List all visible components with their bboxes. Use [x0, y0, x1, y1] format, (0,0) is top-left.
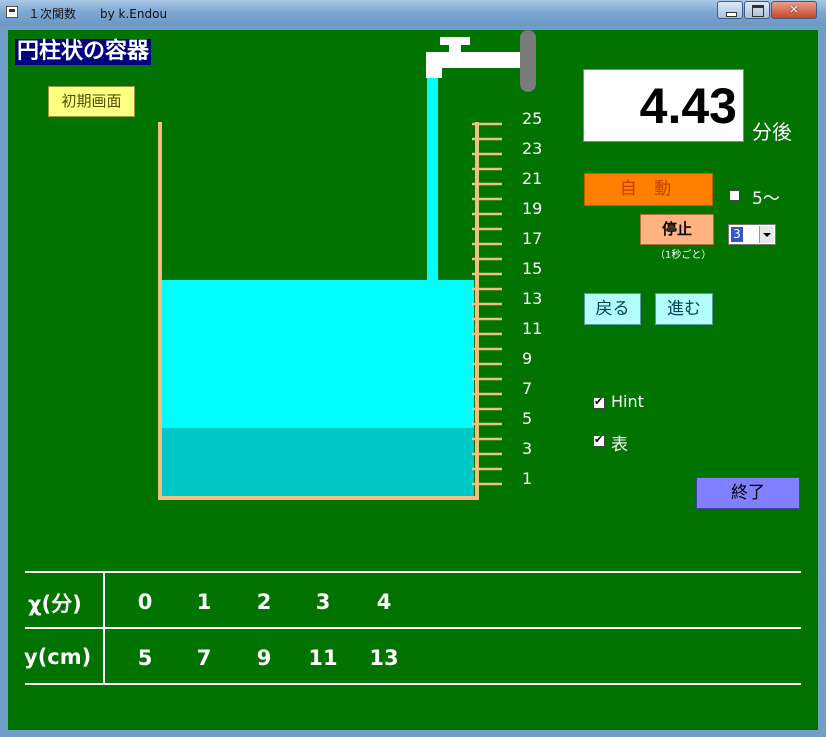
- scale-label: 13: [522, 289, 542, 308]
- pipe-fitting: [520, 30, 536, 92]
- scale-label: 7: [522, 379, 532, 398]
- stop-interval-note: （1秒ごと）: [655, 250, 712, 261]
- table-y-cell: 11: [308, 646, 338, 670]
- close-button[interactable]: ✕: [771, 1, 817, 19]
- five-checkbox[interactable]: [729, 190, 740, 201]
- table-y-header: y(cm): [24, 645, 92, 669]
- app-canvas: 円柱状の容器 初期画面 25 23 21 19 17 15 13 11 9 7 5 3 1: [8, 30, 818, 730]
- forward-button[interactable]: 進む: [655, 293, 713, 325]
- water-added: [162, 280, 474, 428]
- table-x-cell: 3: [315, 590, 331, 614]
- close-icon: ✕: [789, 3, 799, 16]
- back-button[interactable]: 戻る: [584, 293, 641, 325]
- scale-label: 9: [522, 349, 532, 368]
- table-y-cell: 5: [137, 646, 153, 670]
- table-x-cell: 1: [196, 590, 212, 614]
- five-checkbox-label: 5～: [752, 189, 780, 209]
- scale-label: 25: [522, 109, 542, 128]
- scale-label: 5: [522, 409, 532, 428]
- table-x-header: χ(分): [28, 592, 82, 616]
- scale-label: 1: [522, 469, 532, 488]
- scale-label: 23: [522, 139, 542, 158]
- title-bar[interactable]: １次関数 by k.Endou ✕: [0, 0, 826, 26]
- table-checkbox[interactable]: [593, 433, 605, 447]
- table-y-cell: 9: [256, 646, 272, 670]
- water-initial: [162, 428, 474, 496]
- minimize-button[interactable]: [717, 1, 743, 19]
- scale-label: 19: [522, 199, 542, 218]
- table-y-cell: 7: [196, 646, 212, 670]
- auto-button[interactable]: 自 動: [584, 173, 713, 206]
- scale-labels: 25 23 21 19 17 15 13 11 9 7 5 3 1: [522, 109, 542, 488]
- maximize-button[interactable]: [744, 1, 770, 19]
- time-unit-label: 分後: [752, 120, 792, 144]
- exit-button[interactable]: 終了: [696, 477, 800, 509]
- scale-label: 11: [522, 319, 542, 338]
- scale-label: 21: [522, 169, 542, 188]
- table-y-cell: 13: [369, 646, 399, 670]
- stop-button[interactable]: 停止: [640, 214, 714, 245]
- table-x-cell: 0: [137, 590, 153, 614]
- water-stream: [427, 78, 438, 280]
- interval-value: 3: [731, 227, 743, 242]
- hint-checkbox-label: Hint: [611, 392, 644, 411]
- hint-checkbox[interactable]: [593, 395, 605, 409]
- scale-label: 3: [522, 439, 532, 458]
- faucet-spout: [426, 60, 442, 78]
- chevron-down-icon[interactable]: [759, 226, 774, 243]
- elapsed-time-display: 4.43: [583, 69, 744, 142]
- table-x-cell: 4: [376, 590, 392, 614]
- interval-select[interactable]: 3: [728, 224, 776, 245]
- app-window: １次関数 by k.Endou ✕ 円柱状の容器 初期画面 25 23 21 19 17…: [0, 0, 826, 737]
- app-icon[interactable]: [6, 6, 18, 18]
- scale-label: 17: [522, 229, 542, 248]
- scale-label: 15: [522, 259, 542, 278]
- window-title: １次関数 by k.Endou: [28, 7, 168, 21]
- table-checkbox-label: 表: [611, 435, 628, 455]
- table-x-cell: 2: [256, 590, 272, 614]
